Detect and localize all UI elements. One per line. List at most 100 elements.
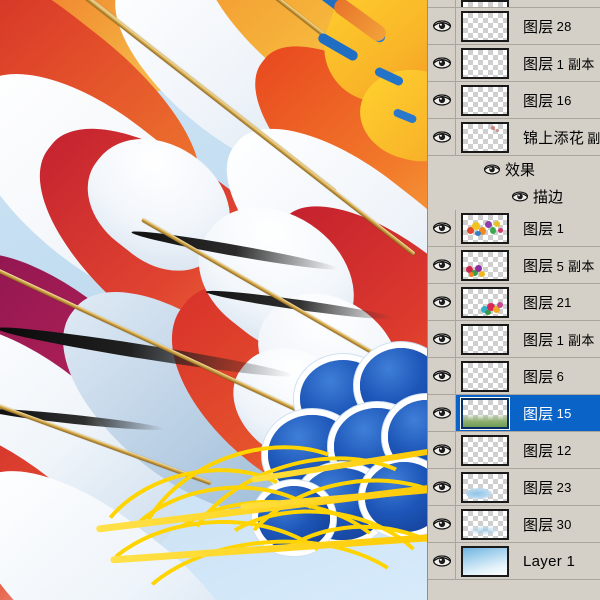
eye-icon[interactable]: [432, 407, 451, 419]
eye-toggle-row-jinshang[interactable]: [432, 131, 451, 143]
layer-name-cell[interactable]: 图层 6: [514, 366, 600, 387]
layer-row-row-21[interactable]: 图层 21: [428, 284, 600, 321]
layer-thumbnail[interactable]: [461, 249, 509, 281]
eye-icon[interactable]: [432, 333, 451, 345]
layer-thumbnail-cell[interactable]: [456, 82, 514, 118]
eye-column[interactable]: [428, 8, 456, 44]
eye-toggle-row-1[interactable]: [432, 222, 451, 234]
eye-column[interactable]: [428, 45, 456, 81]
eye-column[interactable]: [428, 395, 456, 431]
layer-name-cell[interactable]: 图层 23: [514, 477, 600, 498]
layer-row-row-16[interactable]: 图层 16: [428, 82, 600, 119]
layer-thumbnail-cell[interactable]: [456, 247, 514, 283]
layer-thumbnail[interactable]: [461, 360, 509, 392]
eye-column[interactable]: [428, 543, 456, 579]
eye-toggle-row-1-copy-a[interactable]: [432, 57, 451, 69]
layer-thumbnail-cell[interactable]: [456, 284, 514, 320]
layer-thumbnail[interactable]: [461, 84, 509, 116]
eye-icon[interactable]: [432, 370, 451, 382]
layer-row-row-effects[interactable]: 效果: [428, 156, 600, 183]
eye-icon[interactable]: [432, 20, 451, 32]
layer-thumbnail-cell[interactable]: [456, 210, 514, 246]
eye-icon[interactable]: [432, 131, 451, 143]
eye-column[interactable]: [428, 284, 456, 320]
layer-row-row-30[interactable]: 图层 30: [428, 506, 600, 543]
eye-toggle-row-15[interactable]: [432, 407, 451, 419]
eye-toggle-row-12[interactable]: [432, 444, 451, 456]
layer-name-cell[interactable]: 图层 16: [514, 90, 600, 111]
eye-icon[interactable]: [512, 191, 528, 202]
eye-icon[interactable]: [432, 57, 451, 69]
eye-icon[interactable]: [432, 481, 451, 493]
eye-column[interactable]: [428, 82, 456, 118]
layer-row-row-1[interactable]: 图层 1: [428, 210, 600, 247]
eye-column[interactable]: [428, 432, 456, 468]
eye-column[interactable]: [428, 358, 456, 394]
layer-row-row-28[interactable]: 图层 28: [428, 8, 600, 45]
layer-row-row-stroke[interactable]: 描边: [428, 183, 600, 210]
eye-icon[interactable]: [432, 296, 451, 308]
eye-toggle-row-6[interactable]: [432, 370, 451, 382]
layer-thumbnail-cell[interactable]: [456, 543, 514, 579]
eye-icon[interactable]: [432, 518, 451, 530]
eye-column[interactable]: [428, 119, 456, 155]
eye-toggle-row-16[interactable]: [432, 94, 451, 106]
layer-name-cell[interactable]: 图层 5 副本: [514, 255, 600, 276]
layer-row-row-6[interactable]: 图层 6: [428, 358, 600, 395]
layer-thumbnail-cell[interactable]: [456, 321, 514, 357]
layer-name-cell[interactable]: 锦上添花副: [514, 127, 600, 148]
layer-row-row-jinshang[interactable]: 锦上添花副: [428, 119, 600, 156]
layer-row-row-layer1[interactable]: Layer 1: [428, 543, 600, 580]
layer-row-row-1-copy-b[interactable]: 图层 1 副本: [428, 321, 600, 358]
layer-thumbnail-cell[interactable]: [456, 506, 514, 542]
layer-thumbnail[interactable]: [461, 10, 509, 42]
layer-thumbnail[interactable]: [461, 434, 509, 466]
eye-toggle-row-1-copy-b[interactable]: [432, 333, 451, 345]
layer-name-cell[interactable]: 图层 12: [514, 440, 600, 461]
layer-thumbnail[interactable]: [461, 47, 509, 79]
eye-icon[interactable]: [484, 164, 500, 175]
layer-name-cell[interactable]: Layer 1: [514, 553, 600, 570]
layers-panel[interactable]: 图层 28 图层 1 副本 图层 16 锦上添花副效果 描边 图层 1 图层 5 副本 图层 21 图层 1 …: [427, 0, 600, 600]
layer-name-cell[interactable]: 图层 15: [514, 403, 600, 424]
layer-thumbnail[interactable]: [461, 545, 509, 577]
layer-thumbnail[interactable]: [461, 508, 509, 540]
eye-icon[interactable]: [432, 222, 451, 234]
layer-name-cell[interactable]: 图层 1: [514, 218, 600, 239]
layer-row-row-23[interactable]: 图层 23: [428, 469, 600, 506]
layer-thumbnail-cell[interactable]: [456, 432, 514, 468]
layer-thumbnail[interactable]: [461, 212, 509, 244]
layer-row-row-1-copy-a[interactable]: 图层 1 副本: [428, 45, 600, 82]
eye-column[interactable]: [428, 469, 456, 505]
layer-row-row-15[interactable]: 图层 15: [428, 395, 600, 432]
eye-column[interactable]: [428, 210, 456, 246]
eye-toggle-row-5-copy[interactable]: [432, 259, 451, 271]
layer-thumbnail[interactable]: [461, 471, 509, 503]
layer-thumbnail-cell[interactable]: [456, 358, 514, 394]
eye-toggle-row-28[interactable]: [432, 20, 451, 32]
layer-row-row-12[interactable]: 图层 12: [428, 432, 600, 469]
eye-icon[interactable]: [432, 444, 451, 456]
layer-name-cell[interactable]: 图层 1 副本: [514, 53, 600, 74]
eye-toggle-row-layer1[interactable]: [432, 555, 451, 567]
eye-column[interactable]: [428, 247, 456, 283]
eye-column[interactable]: [428, 321, 456, 357]
layer-thumbnail[interactable]: [461, 121, 509, 153]
layer-thumbnail-cell[interactable]: [456, 0, 514, 7]
layer-row-row-partial-top[interactable]: [428, 0, 600, 8]
layer-thumbnail[interactable]: [461, 0, 509, 7]
layer-name-cell[interactable]: 图层 28: [514, 16, 600, 37]
eye-toggle-row-23[interactable]: [432, 481, 451, 493]
eye-column[interactable]: [428, 506, 456, 542]
layer-thumbnail-cell[interactable]: [456, 45, 514, 81]
layer-thumbnail[interactable]: [461, 323, 509, 355]
layer-thumbnail-cell[interactable]: [456, 395, 514, 431]
layer-name-cell[interactable]: 图层 30: [514, 514, 600, 535]
eye-toggle-row-effects[interactable]: [484, 164, 500, 175]
eye-toggle-row-stroke[interactable]: [512, 191, 528, 202]
layer-thumbnail[interactable]: [461, 397, 509, 429]
layer-name-cell[interactable]: 图层 21: [514, 292, 600, 313]
eye-icon[interactable]: [432, 259, 451, 271]
eye-icon[interactable]: [432, 555, 451, 567]
eye-toggle-row-21[interactable]: [432, 296, 451, 308]
